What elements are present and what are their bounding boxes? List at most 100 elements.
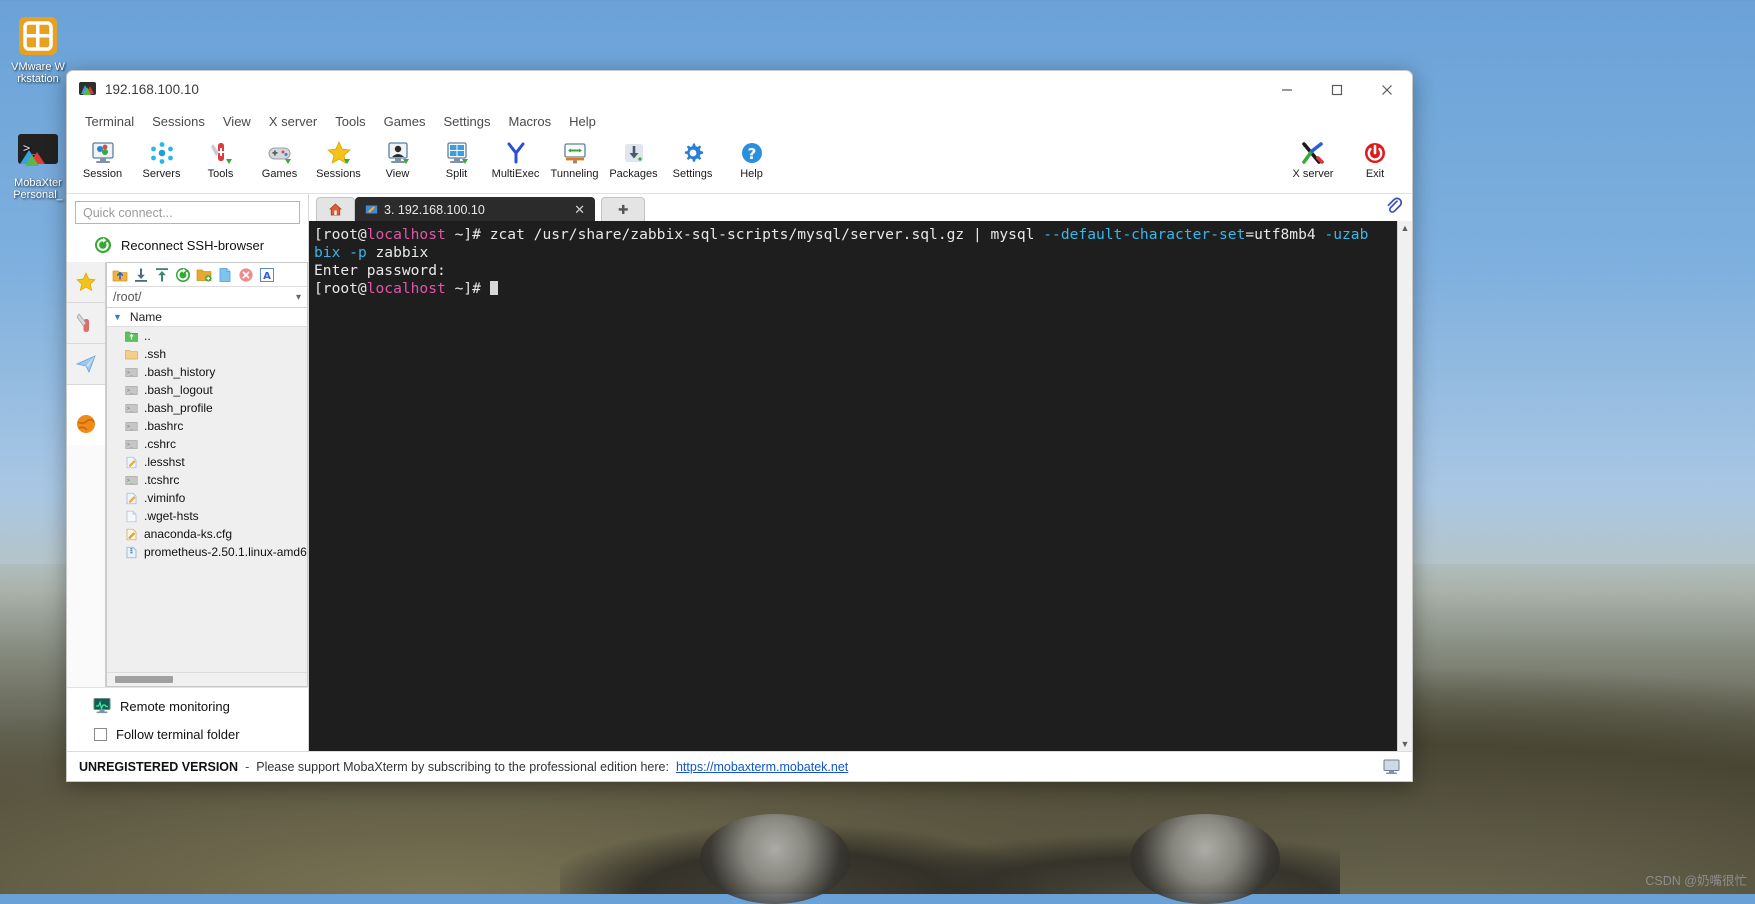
toolbar-tools[interactable]: Tools bbox=[191, 138, 250, 180]
toolbar-games[interactable]: Games bbox=[250, 138, 309, 180]
mobaxterm-link[interactable]: https://mobaxterm.mobatek.net bbox=[676, 760, 848, 774]
menu-macros[interactable]: Macros bbox=[499, 111, 560, 132]
minimize-button[interactable] bbox=[1262, 71, 1312, 108]
toolbar-packages[interactable]: Packages bbox=[604, 138, 663, 180]
blank-file-icon bbox=[125, 510, 138, 523]
toolbar-servers-label: Servers bbox=[142, 168, 181, 180]
scroll-down-arrow-icon[interactable]: ▼ bbox=[1401, 739, 1410, 749]
new-file-icon[interactable] bbox=[217, 267, 233, 283]
list-item[interactable]: >_ .tcshrc bbox=[125, 471, 307, 489]
checkbox-icon[interactable] bbox=[94, 728, 107, 741]
list-item[interactable]: >_ .bash_profile bbox=[125, 399, 307, 417]
toolbar-split-label: Split bbox=[445, 168, 468, 180]
toolbar-servers[interactable]: Servers bbox=[132, 138, 191, 180]
file-browser-path-bar[interactable]: /root/ ▾ bbox=[107, 287, 307, 308]
sidebar-tab-macros[interactable] bbox=[67, 344, 105, 385]
paperclip-icon[interactable] bbox=[1385, 197, 1403, 214]
toolbar-xserver[interactable]: X server bbox=[1282, 138, 1344, 180]
toolbar-split[interactable]: Split bbox=[427, 138, 486, 180]
menu-terminal[interactable]: Terminal bbox=[76, 111, 143, 132]
desktop-icon-vmware[interactable]: VMware Wrkstation bbox=[6, 14, 70, 85]
file-browser-column-header[interactable]: ▼ Name bbox=[107, 308, 307, 327]
toolbar-xserver-label: X server bbox=[1292, 168, 1334, 180]
list-item[interactable]: .wget-hsts bbox=[125, 507, 307, 525]
list-item[interactable]: anaconda-ks.cfg bbox=[125, 525, 307, 543]
toolbar-view[interactable]: View bbox=[368, 138, 427, 180]
toolbar-settings[interactable]: Settings bbox=[663, 138, 722, 180]
close-icon[interactable]: ✕ bbox=[540, 202, 585, 218]
packages-icon bbox=[621, 140, 647, 166]
desktop-icon-mobaxterm-label: MobaXter Personal_ bbox=[13, 177, 63, 201]
archive-file-icon bbox=[125, 546, 138, 559]
upload-icon[interactable] bbox=[154, 267, 170, 283]
menu-sessions[interactable]: Sessions bbox=[143, 111, 214, 132]
terminal-line: Enter password: bbox=[314, 262, 1397, 280]
list-item[interactable]: >_ .bash_logout bbox=[125, 381, 307, 399]
file-name: anaconda-ks.cfg bbox=[144, 527, 233, 541]
toolbar-session[interactable]: Session bbox=[73, 138, 132, 180]
menu-settings[interactable]: Settings bbox=[435, 111, 500, 132]
list-item[interactable]: >_ .bashrc bbox=[125, 417, 307, 435]
desktop-icon-mobaxterm[interactable]: >_ MobaXter Personal_ bbox=[6, 130, 70, 201]
tab-strip: 3. 192.168.100.10 ✕ ✚ bbox=[309, 194, 1412, 221]
script-icon: >_ bbox=[125, 420, 138, 433]
delete-icon[interactable] bbox=[238, 267, 254, 283]
download-icon[interactable] bbox=[133, 267, 149, 283]
support-message: Please support MobaXterm by subscribing … bbox=[256, 759, 669, 774]
follow-terminal-folder-label: Follow terminal folder bbox=[116, 727, 240, 742]
terminal-scrollbar[interactable]: ▲ ▼ bbox=[1397, 221, 1412, 751]
toolbar-help[interactable]: ? Help bbox=[722, 138, 781, 180]
sessions-star-icon bbox=[326, 140, 352, 166]
list-item[interactable]: .ssh bbox=[125, 345, 307, 363]
list-item[interactable]: prometheus-2.50.1.linux-amd64 bbox=[125, 543, 307, 561]
quick-connect-input[interactable]: Quick connect... bbox=[75, 201, 300, 224]
list-item[interactable]: .lesshst bbox=[125, 453, 307, 471]
tab-ssh-session[interactable]: 3. 192.168.100.10 ✕ bbox=[355, 197, 595, 221]
toolbar-sessions-label: Sessions bbox=[316, 168, 361, 180]
new-tab-button[interactable]: ✚ bbox=[601, 197, 646, 221]
terminal-text: bix bbox=[314, 244, 341, 261]
tab-home[interactable] bbox=[316, 197, 355, 221]
terminal-text: localhost bbox=[366, 226, 446, 243]
monitor-icon[interactable] bbox=[1383, 758, 1400, 775]
reconnect-ssh-browser-button[interactable]: Reconnect SSH-browser bbox=[67, 230, 308, 262]
toolbar-exit[interactable]: Exit bbox=[1344, 138, 1406, 180]
toolbar-multiexec[interactable]: MultiExec bbox=[486, 138, 545, 180]
scrollbar-thumb[interactable] bbox=[115, 676, 173, 683]
file-name: .ssh bbox=[144, 347, 167, 361]
plus-icon: ✚ bbox=[618, 203, 629, 217]
refresh-icon[interactable] bbox=[175, 267, 191, 283]
menu-help[interactable]: Help bbox=[560, 111, 605, 132]
menu-games[interactable]: Games bbox=[375, 111, 435, 132]
sidebar-tab-globe[interactable] bbox=[67, 385, 105, 445]
file-name: .bash_history bbox=[144, 365, 216, 379]
maximize-button[interactable] bbox=[1312, 71, 1362, 108]
footer-dash: - bbox=[245, 759, 250, 774]
list-item[interactable]: .viminfo bbox=[125, 489, 307, 507]
remote-monitoring-label: Remote monitoring bbox=[120, 698, 230, 714]
sidebar-tab-sessions[interactable] bbox=[67, 262, 105, 303]
terminal-output[interactable]: [root@localhost ~]# zcat /usr/share/zabb… bbox=[309, 221, 1397, 751]
list-item[interactable]: >_ .cshrc bbox=[125, 435, 307, 453]
toolbar-sessions[interactable]: Sessions bbox=[309, 138, 368, 180]
menu-view[interactable]: View bbox=[214, 111, 260, 132]
remote-monitoring-button[interactable]: Remote monitoring bbox=[67, 687, 308, 724]
split-icon bbox=[444, 140, 470, 166]
list-item[interactable]: .. bbox=[125, 327, 307, 345]
new-folder-icon[interactable] bbox=[196, 267, 212, 283]
sidebar: Quick connect... Reconnect SSH-browser A… bbox=[67, 194, 309, 751]
menu-xserver[interactable]: X server bbox=[260, 111, 326, 132]
toolbar-view-label: View bbox=[385, 168, 410, 180]
sidebar-tab-tools[interactable] bbox=[67, 303, 105, 344]
text-mode-icon[interactable]: A bbox=[259, 267, 275, 283]
follow-terminal-folder-checkbox[interactable]: Follow terminal folder bbox=[67, 724, 308, 751]
menu-tools[interactable]: Tools bbox=[326, 111, 374, 132]
up-folder-icon[interactable] bbox=[112, 267, 128, 283]
scroll-up-arrow-icon[interactable]: ▲ bbox=[1401, 223, 1410, 233]
file-list-horizontal-scrollbar[interactable] bbox=[107, 672, 307, 686]
toolbar-tunneling[interactable]: Tunneling bbox=[545, 138, 604, 180]
tunneling-icon bbox=[562, 140, 588, 166]
chevron-down-icon[interactable]: ▾ bbox=[296, 292, 301, 303]
close-button[interactable] bbox=[1362, 71, 1412, 108]
list-item[interactable]: >_ .bash_history bbox=[125, 363, 307, 381]
